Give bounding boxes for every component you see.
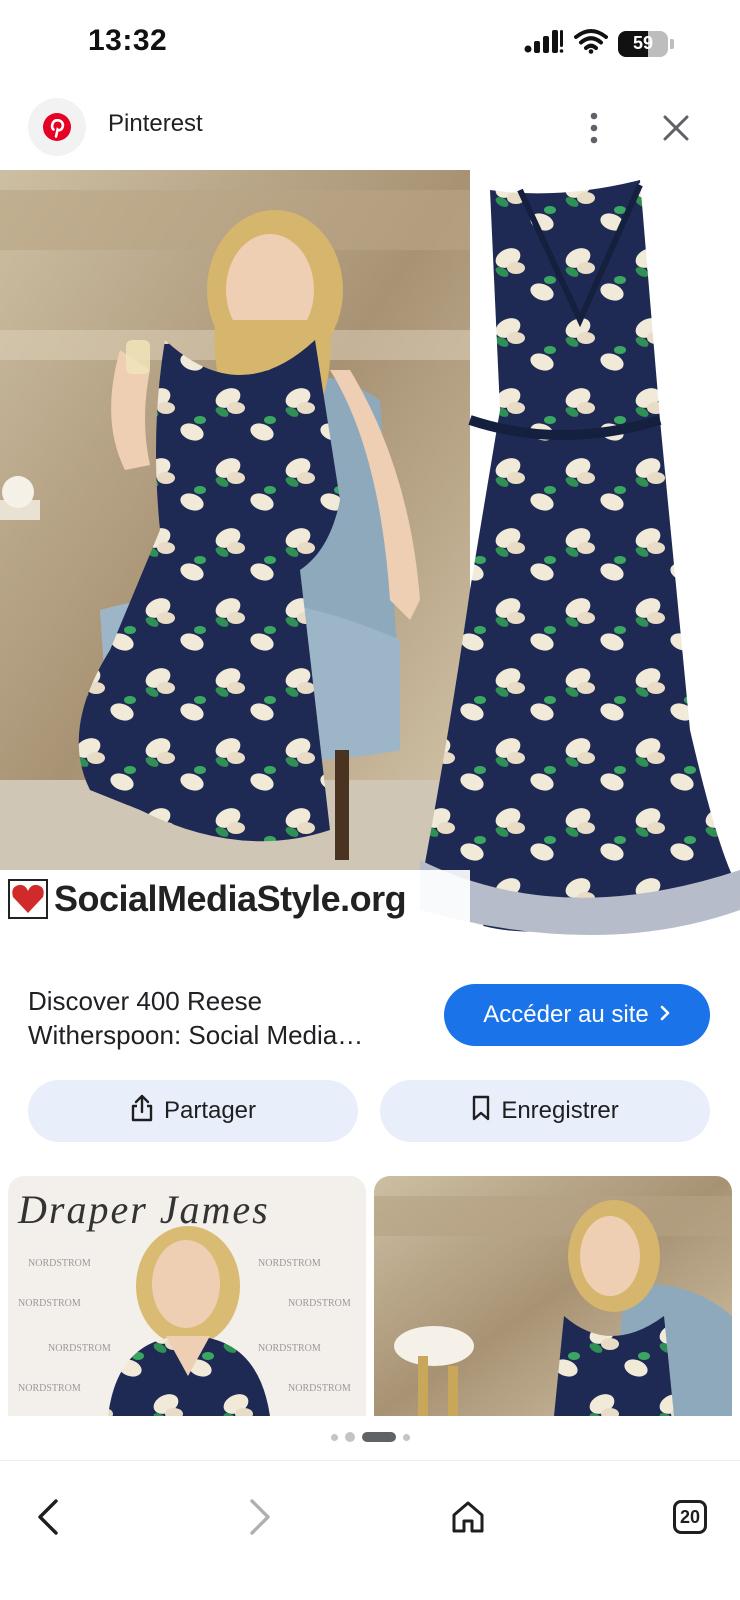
- source-header: Pinterest: [0, 88, 740, 170]
- backdrop-print: NORDSTROM: [48, 1343, 111, 1354]
- backdrop-print: NORDSTROM: [18, 1298, 81, 1309]
- backdrop-print: NORDSTROM: [258, 1343, 321, 1354]
- backdrop-print: NORDSTROM: [288, 1298, 351, 1309]
- forward-icon[interactable]: [232, 1489, 288, 1545]
- chevron-right-icon: [659, 1001, 671, 1029]
- visit-site-label: Accéder au site: [483, 1001, 649, 1028]
- tab-count: 20: [673, 1500, 707, 1534]
- signal-icon: [524, 28, 564, 59]
- save-label: Enregistrer: [501, 1097, 619, 1124]
- bottom-nav: 20: [0, 1460, 740, 1600]
- thumb-brand-text: Draper James: [18, 1187, 270, 1232]
- status-icons: 59: [524, 28, 674, 59]
- back-icon[interactable]: [20, 1489, 76, 1545]
- related-thumb[interactable]: NORDSTROM NORDSTROM NORDSTROM NORDSTROM …: [8, 1176, 366, 1416]
- backdrop-print: NORDSTROM: [18, 1383, 81, 1394]
- bookmark-icon: [471, 1095, 491, 1128]
- battery-icon: 59: [618, 30, 668, 57]
- tabs-icon[interactable]: 20: [662, 1489, 718, 1545]
- backdrop-print: NORDSTROM: [288, 1383, 351, 1394]
- pinterest-logo[interactable]: [28, 98, 86, 156]
- save-button[interactable]: Enregistrer: [380, 1080, 710, 1142]
- share-icon: [130, 1094, 154, 1129]
- action-row: Partager Enregistrer: [28, 1080, 710, 1142]
- related-images: NORDSTROM NORDSTROM NORDSTROM NORDSTROM …: [8, 1176, 732, 1416]
- watermark-text: SocialMediaStyle.org: [54, 878, 407, 919]
- image-pager: [0, 1432, 740, 1442]
- related-thumb[interactable]: [374, 1176, 732, 1416]
- heart-icon: [8, 879, 48, 919]
- pager-dot: [402, 1433, 410, 1441]
- pager-dot: [344, 1432, 355, 1442]
- main-image[interactable]: SocialMediaStyle.org: [0, 170, 740, 954]
- battery-level: 59: [632, 32, 654, 53]
- result-title[interactable]: Discover 400 Reese Witherspoon: Social M…: [28, 984, 418, 1052]
- pager-dot: [330, 1433, 338, 1441]
- home-icon[interactable]: [440, 1489, 496, 1545]
- thumb-illustration: [374, 1176, 732, 1416]
- more-vert-icon[interactable]: [574, 106, 614, 150]
- source-name[interactable]: Pinterest: [108, 110, 203, 138]
- share-button[interactable]: Partager: [28, 1080, 358, 1142]
- visit-site-button[interactable]: Accéder au site: [444, 984, 710, 1046]
- watermark: SocialMediaStyle.org: [8, 878, 407, 920]
- status-bar: 13:32 59: [0, 0, 740, 88]
- main-image-illustration: [0, 170, 740, 954]
- backdrop-print: NORDSTROM: [28, 1258, 91, 1269]
- status-time: 13:32: [88, 24, 168, 57]
- pager-dot-active: [361, 1432, 396, 1442]
- wifi-icon: [574, 28, 608, 59]
- backdrop-print: NORDSTROM: [258, 1258, 321, 1269]
- share-label: Partager: [163, 1097, 257, 1124]
- close-icon[interactable]: [654, 106, 698, 150]
